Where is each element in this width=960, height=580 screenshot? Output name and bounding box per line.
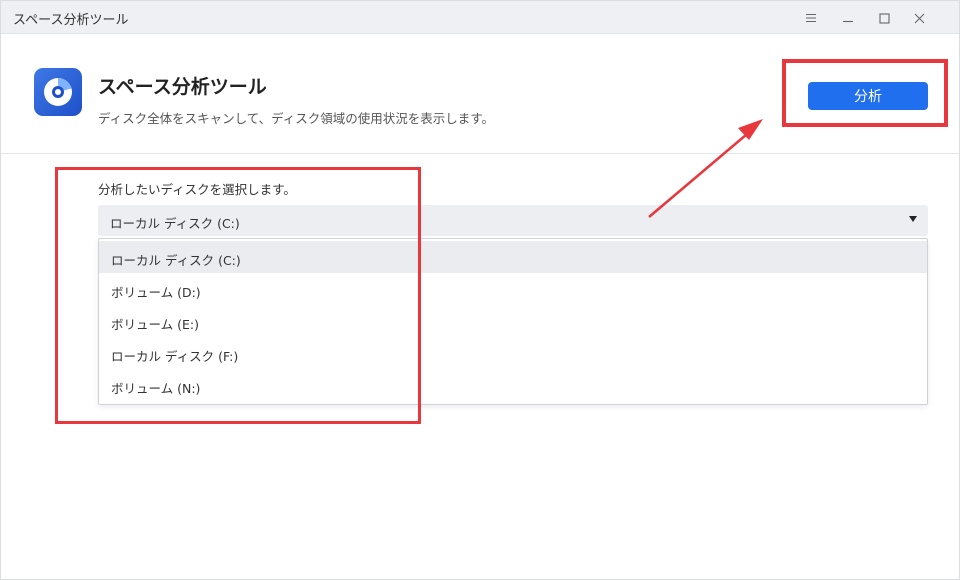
maximize-button[interactable] (870, 5, 898, 31)
caret-down-icon (909, 216, 917, 222)
app-window: スペース分析ツール スペース分析ツール ディスク全体をスキャンして、ディスク領域… (0, 0, 960, 580)
annotation-box-disk-list (55, 167, 421, 424)
close-button[interactable] (905, 5, 933, 31)
close-icon (914, 13, 924, 23)
minimize-icon (843, 20, 853, 23)
space-analyzer-logo-icon (34, 68, 82, 116)
annotation-box-analyze (782, 59, 948, 127)
menu-button[interactable] (797, 5, 825, 31)
minimize-button[interactable] (834, 5, 862, 31)
tool-title: スペース分析ツール (98, 76, 267, 98)
window-title: スペース分析ツール (13, 13, 129, 28)
menu-icon (806, 13, 816, 23)
tool-description: ディスク全体をスキャンして、ディスク領域の使用状況を表示します。 (98, 111, 495, 126)
maximize-icon (878, 12, 890, 24)
title-bar: スペース分析ツール (1, 1, 959, 34)
